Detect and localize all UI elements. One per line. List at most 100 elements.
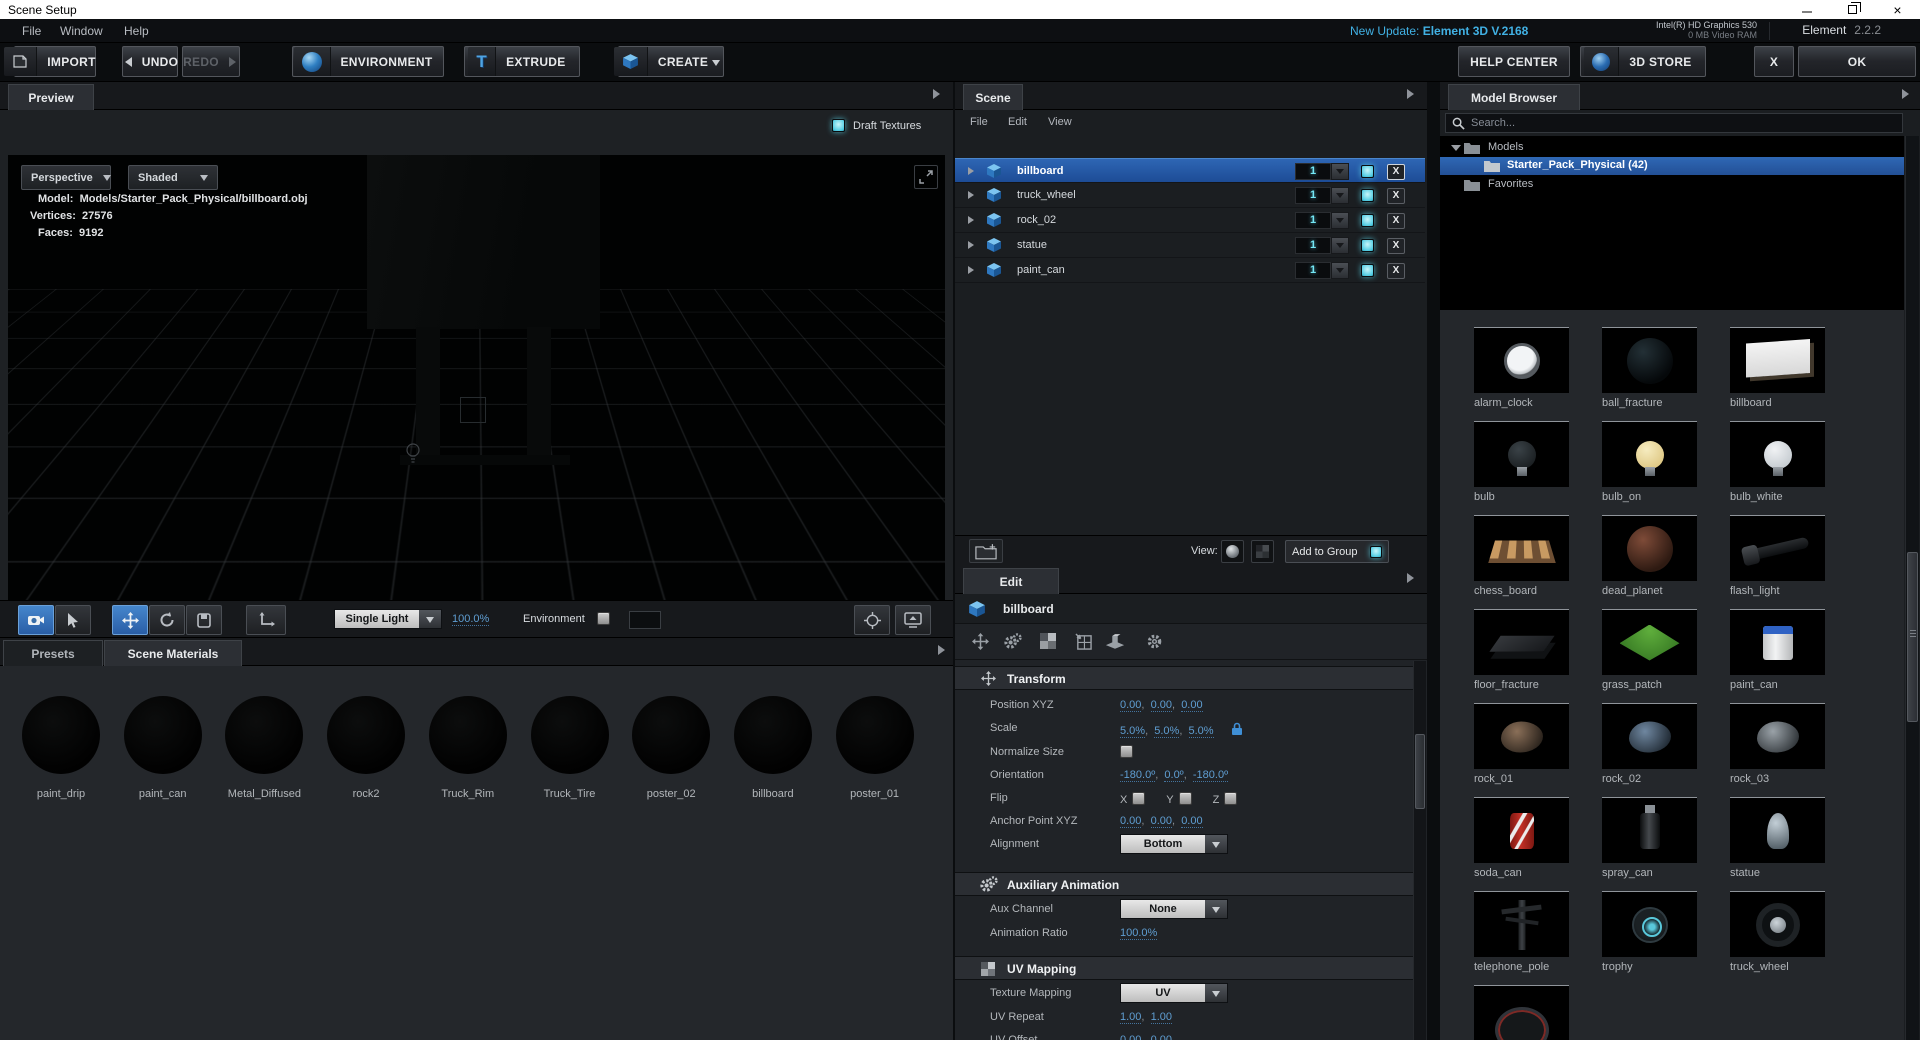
move-tool-button[interactable] <box>112 605 148 635</box>
model-item[interactable]: spray_can <box>1602 797 1697 879</box>
model-item[interactable]: alarm_clock <box>1474 327 1569 409</box>
orientation-z-value[interactable]: -180.0º <box>1192 769 1229 782</box>
scene-object-row[interactable]: statue 1 X <box>955 233 1425 258</box>
model-thumbnail[interactable] <box>1474 421 1569 487</box>
tab-preview[interactable]: Preview <box>8 84 94 110</box>
expander-arrow-icon[interactable] <box>968 241 978 249</box>
ok-button[interactable]: OK <box>1798 46 1916 77</box>
model-thumbnail[interactable] <box>1730 421 1825 487</box>
view-mode-dropdown[interactable]: Perspective <box>21 165 111 190</box>
alignment-dropdown[interactable]: Bottom <box>1120 834 1228 854</box>
material-item[interactable]: rock2 <box>316 696 416 800</box>
texture-mapping-dropdown[interactable]: UV <box>1120 983 1228 1003</box>
material-item[interactable]: Truck_Tire <box>520 696 620 800</box>
tree-item-starter-pack[interactable]: Starter_Pack_Physical (42) <box>1440 157 1904 175</box>
tab-model-browser[interactable]: Model Browser <box>1448 84 1580 110</box>
material-item[interactable]: poster_02 <box>621 696 721 800</box>
uv-offset-u-value[interactable]: 0.00 <box>1120 1034 1142 1040</box>
chevron-down-icon[interactable] <box>1331 262 1349 279</box>
model-item[interactable]: floor_fracture <box>1474 609 1569 691</box>
tab-scene-materials[interactable]: Scene Materials <box>104 640 242 666</box>
visibility-checkbox[interactable] <box>1361 214 1374 227</box>
chevron-down-icon[interactable] <box>1331 212 1349 229</box>
model-item[interactable]: billboard <box>1730 327 1825 409</box>
model-thumbnail[interactable] <box>1474 327 1569 393</box>
model-item[interactable]: rock_02 <box>1602 703 1697 785</box>
shading-mode-dropdown[interactable]: Shaded <box>128 165 218 190</box>
model-item[interactable]: telephone_pole <box>1474 891 1569 973</box>
store-button[interactable]: 3D STORE <box>1580 46 1706 77</box>
add-to-group-button[interactable]: Add to Group <box>1285 540 1389 563</box>
instance-count-field[interactable]: 1 <box>1295 187 1349 204</box>
model-thumbnail[interactable] <box>1602 609 1697 675</box>
material-sphere-preview[interactable] <box>835 696 914 774</box>
position-z-value[interactable]: 0.00 <box>1181 699 1203 712</box>
transform-category-icon[interactable] <box>972 633 989 653</box>
delete-object-button[interactable]: X <box>1387 213 1405 229</box>
edit-scrollbar[interactable] <box>1413 661 1426 1040</box>
select-tool-button[interactable] <box>55 605 91 635</box>
new-group-button[interactable] <box>969 539 1003 563</box>
scene-object-row[interactable]: billboard 1 X <box>955 158 1425 183</box>
tree-item-models[interactable]: Models <box>1440 139 1904 157</box>
model-thumbnail[interactable] <box>1602 515 1697 581</box>
expander-arrow-icon[interactable] <box>968 191 978 199</box>
model-thumbnail[interactable] <box>1474 609 1569 675</box>
model-item[interactable]: trophy <box>1602 891 1697 973</box>
minimize-button[interactable] <box>1785 0 1830 19</box>
visibility-checkbox[interactable] <box>1361 264 1374 277</box>
model-item[interactable]: rock_01 <box>1474 703 1569 785</box>
material-sphere-preview[interactable] <box>733 696 812 774</box>
chevron-down-icon[interactable] <box>1331 163 1349 180</box>
help-center-button[interactable]: HELP CENTER <box>1458 46 1570 77</box>
view-wireframe-toggle[interactable] <box>1251 540 1274 563</box>
model-item[interactable]: paint_can <box>1730 609 1825 691</box>
model-item[interactable]: statue <box>1730 797 1825 879</box>
visibility-checkbox[interactable] <box>1361 189 1374 202</box>
environment-button[interactable]: ENVIRONMENT <box>292 46 444 77</box>
output-preview-button[interactable] <box>895 605 931 635</box>
uv-offset-v-value[interactable]: 0.00 <box>1150 1034 1173 1040</box>
model-thumbnail[interactable] <box>1474 985 1569 1040</box>
model-thumbnail[interactable] <box>1474 891 1569 957</box>
scene-menu-file[interactable]: File <box>970 116 988 128</box>
menu-window[interactable]: Window <box>60 24 103 38</box>
create-button[interactable]: CREATE <box>613 46 724 77</box>
material-item[interactable]: poster_01 <box>825 696 925 800</box>
tab-scene[interactable]: Scene <box>963 84 1023 110</box>
restore-button[interactable] <box>1830 0 1875 19</box>
model-item[interactable] <box>1474 985 1569 1040</box>
model-thumbnail[interactable] <box>1602 703 1697 769</box>
model-thumbnail[interactable] <box>1730 703 1825 769</box>
model-browser-scrollbar[interactable] <box>1905 136 1919 1040</box>
collapse-panel-arrow-icon[interactable] <box>1902 89 1914 99</box>
delete-object-button[interactable]: X <box>1387 164 1405 180</box>
close-window-button[interactable]: × <box>1875 0 1920 19</box>
menu-file[interactable]: File <box>22 24 41 38</box>
draft-textures-checkbox[interactable] <box>832 119 845 132</box>
menu-help[interactable]: Help <box>124 24 149 38</box>
material-sphere-preview[interactable] <box>22 696 100 774</box>
delete-object-button[interactable]: X <box>1387 188 1405 204</box>
scale-lock-icon[interactable] <box>1231 722 1243 739</box>
collapse-panel-arrow-icon[interactable] <box>1407 89 1419 99</box>
material-sphere-preview[interactable] <box>632 696 711 774</box>
flip-x-checkbox[interactable] <box>1132 792 1146 805</box>
environment-checkbox[interactable] <box>597 612 610 625</box>
material-item[interactable]: Metal_Diffused <box>214 696 314 800</box>
tree-item-favorites[interactable]: Favorites <box>1440 176 1904 194</box>
material-item[interactable]: paint_drip <box>11 696 111 800</box>
light-mode-dropdown[interactable]: Single Light <box>334 609 442 629</box>
model-item[interactable]: ball_fracture <box>1602 327 1697 409</box>
scale-z-value[interactable]: 5.0% <box>1188 725 1214 738</box>
aux-channel-dropdown[interactable]: None <box>1120 899 1228 919</box>
cancel-button[interactable]: X <box>1754 46 1794 77</box>
scale-y-value[interactable]: 5.0% <box>1154 725 1180 738</box>
scale-x-value[interactable]: 5.0% <box>1120 725 1146 738</box>
bevel-category-icon[interactable] <box>1105 633 1125 652</box>
scene-object-row[interactable]: truck_wheel 1 X <box>955 183 1425 208</box>
animation-category-icon[interactable] <box>1003 633 1022 653</box>
flip-y-checkbox[interactable] <box>1178 792 1192 805</box>
model-thumbnail[interactable] <box>1602 327 1697 393</box>
model-search-box[interactable] <box>1445 113 1903 133</box>
